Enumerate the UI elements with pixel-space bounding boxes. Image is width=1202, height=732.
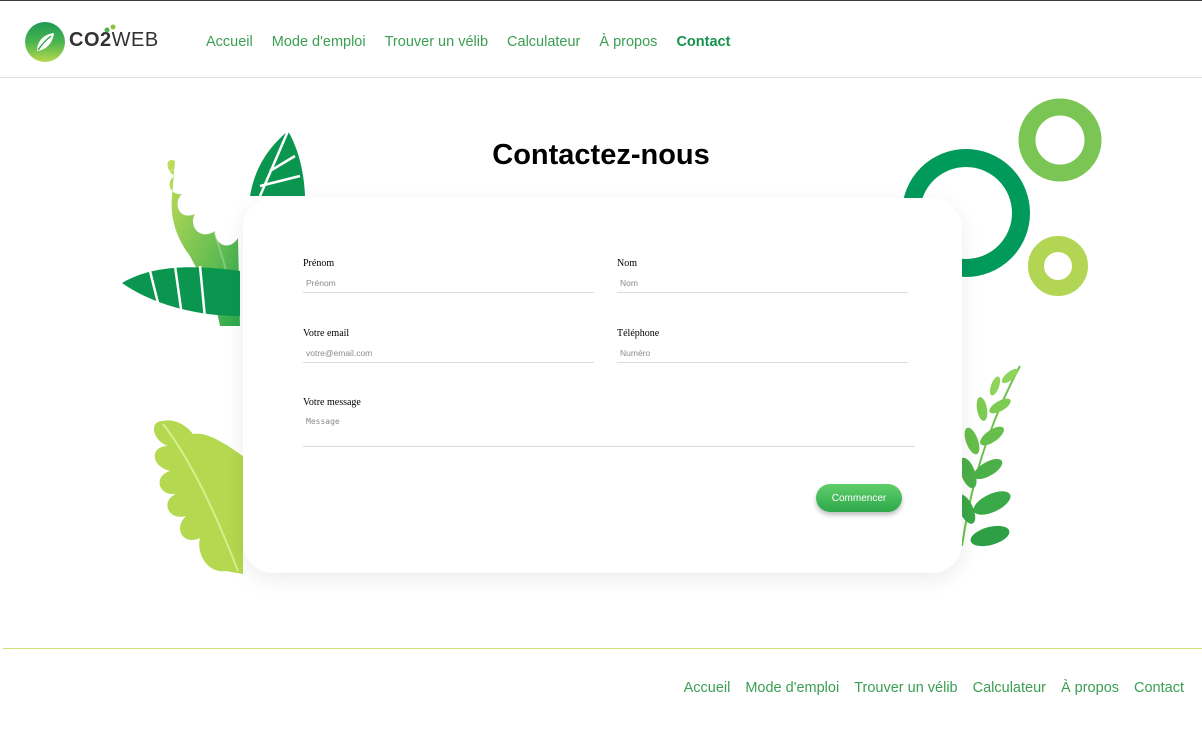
footer-link-trouver-velib[interactable]: Trouver un vélib [854,680,957,696]
nav-link-calculateur[interactable]: Calculateur [507,34,580,50]
footer: Accueil Mode d'emploi Trouver un vélib C… [3,648,1202,732]
message-textarea[interactable] [303,417,915,447]
email-field: Votre email [303,328,594,363]
nav-link-mode-emploi[interactable]: Mode d'emploi [272,34,366,50]
email-input[interactable] [303,348,594,363]
page: CO2WEB Accueil Mode d'emploi Trouver un … [0,0,1202,732]
submit-button[interactable]: Commencer [816,484,902,512]
footer-link-contact[interactable]: Contact [1134,680,1184,696]
bubbles-icon [104,24,116,33]
last-name-field: Nom [617,258,908,293]
footer-link-calculateur[interactable]: Calculateur [973,680,1046,696]
phone-field: Téléphone [617,328,908,363]
page-title: Contactez-nous [492,139,710,171]
brand-name-light: WEB [111,29,159,51]
email-label: Votre email [303,328,350,339]
message-label: Votre message [303,397,361,408]
leaf-logo-icon [25,22,65,62]
leaf-bottom-left-illustration [153,420,243,574]
branch-right-illustration [956,365,1021,547]
nav-link-contact[interactable]: Contact [676,34,730,50]
first-name-label: Prénom [303,258,335,269]
first-name-input[interactable] [303,278,594,293]
contact-form: Prénom Nom Votre email Téléphone Votre m… [243,198,962,573]
phone-input[interactable] [617,348,908,363]
nav-link-trouver-velib[interactable]: Trouver un vélib [385,34,488,50]
footer-nav: Accueil Mode d'emploi Trouver un vélib C… [684,680,1184,696]
logo[interactable]: CO2WEB [25,20,158,64]
message-field: Votre message [303,397,915,447]
footer-link-accueil[interactable]: Accueil [684,680,731,696]
first-name-field: Prénom [303,258,594,293]
nav-link-accueil[interactable]: Accueil [206,34,253,50]
last-name-label: Nom [617,258,637,269]
header: CO2WEB Accueil Mode d'emploi Trouver un … [0,1,1202,78]
main-nav: Accueil Mode d'emploi Trouver un vélib C… [206,34,730,50]
last-name-input[interactable] [617,278,908,293]
footer-link-mode-emploi[interactable]: Mode d'emploi [745,680,839,696]
nav-link-a-propos[interactable]: À propos [599,34,657,50]
footer-link-a-propos[interactable]: À propos [1061,680,1119,696]
phone-label: Téléphone [617,328,660,339]
